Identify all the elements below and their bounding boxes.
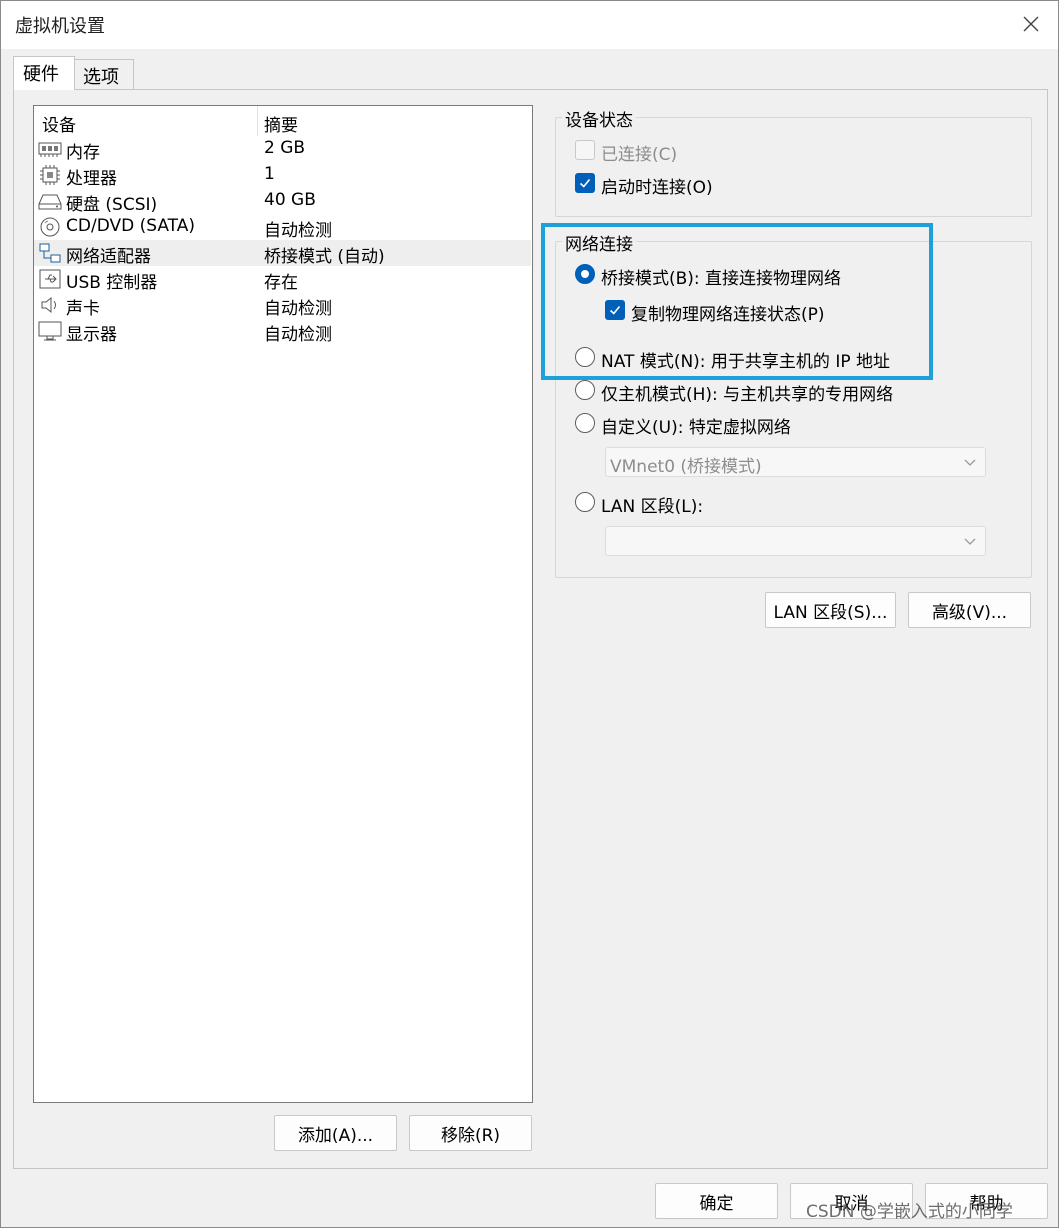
tab-hardware[interactable]: 硬件 [13,56,75,90]
device-name: 硬盘 (SCSI) [66,195,158,215]
remove-button[interactable]: 移除(R) [409,1115,532,1151]
custom-network-value: VMnet0 (桥接模式) [610,457,762,477]
checkmark-icon [609,305,621,315]
device-name: 声卡 [66,299,100,319]
tab-options-label: 选项 [83,67,119,88]
connect-at-power-on-label: 启动时连接(O) [601,178,713,198]
title-bar: 虚拟机设置 [1,1,1058,49]
device-name: 网络适配器 [66,247,151,267]
device-name: 内存 [66,143,100,163]
close-icon [1023,16,1039,32]
device-row-hard-disk[interactable]: 硬盘 (SCSI) 40 GB [34,188,531,215]
window-title: 虚拟机设置 [15,16,105,37]
device-status-group [555,117,1032,217]
watermark: CSDN @学嵌入式的小同学 [806,1202,1013,1222]
device-row-display[interactable]: 显示器 自动检测 [34,318,531,345]
checkmark-icon [579,178,591,188]
host-only-label: 仅主机模式(H): 与主机共享的专用网络 [601,385,894,405]
device-status-title: 设备状态 [562,106,636,131]
device-row-processor[interactable]: 处理器 1 [34,162,531,189]
device-name: CD/DVD (SATA) [66,216,195,236]
network-connection-title: 网络连接 [562,230,636,255]
column-separator[interactable] [257,106,258,136]
device-name: 处理器 [66,169,117,189]
device-name: 显示器 [66,325,117,345]
tab-options[interactable]: 选项 [74,59,134,89]
replicate-state-label: 复制物理网络连接状态(P) [631,305,825,325]
advanced-button[interactable]: 高级(V)... [908,592,1031,628]
chevron-down-icon [964,538,976,545]
device-summary: 1 [264,164,275,184]
device-summary: 自动检测 [264,325,332,345]
device-summary: 存在 [264,273,298,293]
lan-segment-label: LAN 区段(L): [601,497,704,517]
nat-radio[interactable] [575,347,595,367]
bridged-label: 桥接模式(B): 直接连接物理网络 [601,269,842,289]
device-row-usb-controller[interactable]: USB 控制器 存在 [34,266,531,293]
device-summary: 2 GB [264,138,306,158]
network-adapter-icon [38,242,62,264]
connected-label: 已连接(C) [601,145,678,165]
hard-disk-icon [38,190,62,212]
device-row-cd-dvd[interactable]: CD/DVD (SATA) 自动检测 [34,214,531,241]
ok-button[interactable]: 确定 [655,1183,778,1219]
custom-radio[interactable] [575,413,595,433]
host-only-radio[interactable] [575,380,595,400]
custom-network-select[interactable]: VMnet0 (桥接模式) [605,447,986,477]
column-header-device[interactable]: 设备 [42,111,76,136]
monitor-icon [38,320,62,342]
cd-dvd-icon [38,216,62,238]
tab-hardware-label: 硬件 [23,64,59,85]
usb-icon [38,268,62,290]
connect-at-power-on-checkbox[interactable] [575,173,595,193]
vm-settings-dialog: 虚拟机设置 硬件 选项 设备 摘要 内存 2 GB 处理器 1 硬盘 (SCSI… [0,0,1059,1228]
lan-segment-select[interactable] [605,526,986,556]
speaker-icon [38,294,62,316]
device-list[interactable]: 设备 摘要 内存 2 GB 处理器 1 硬盘 (SCSI) 40 GB CD/D… [33,105,533,1103]
memory-icon [38,138,62,160]
bridged-radio[interactable] [575,264,595,284]
device-summary: 自动检测 [264,221,332,241]
cpu-icon [38,164,62,186]
add-button[interactable]: 添加(A)... [274,1115,397,1151]
device-row-network-adapter[interactable]: 网络适配器 桥接模式 (自动) [34,240,531,267]
connected-checkbox[interactable] [575,140,595,160]
device-row-sound-card[interactable]: 声卡 自动检测 [34,292,531,319]
nat-label: NAT 模式(N): 用于共享主机的 IP 地址 [601,352,890,372]
device-summary: 桥接模式 (自动) [264,247,385,267]
lan-segments-button[interactable]: LAN 区段(S)... [765,592,896,628]
device-name: USB 控制器 [66,273,158,293]
lan-segment-radio[interactable] [575,492,595,512]
custom-label: 自定义(U): 特定虚拟网络 [601,418,791,438]
list-header: 设备 摘要 [34,106,532,136]
close-button[interactable] [1014,9,1048,39]
device-row-memory[interactable]: 内存 2 GB [34,136,531,163]
column-header-summary[interactable]: 摘要 [264,111,298,136]
chevron-down-icon [964,459,976,466]
device-summary: 自动检测 [264,299,332,319]
replicate-state-checkbox[interactable] [605,300,625,320]
device-summary: 40 GB [264,190,316,210]
